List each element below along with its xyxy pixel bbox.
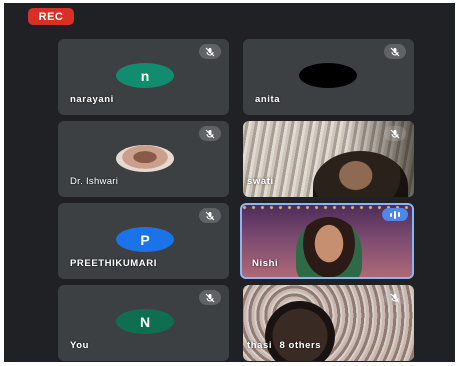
- mic-off-icon: [199, 290, 221, 305]
- others-count: 8 others: [279, 340, 322, 351]
- participant-tile-anita[interactable]: anita: [243, 39, 414, 115]
- participant-name: anita: [255, 94, 281, 105]
- participant-name: swati: [247, 176, 274, 187]
- avatar-photo: [116, 145, 174, 172]
- participant-tile-dr-ishwari[interactable]: Dr. Ishwari: [58, 121, 229, 197]
- avatar: P: [116, 227, 174, 252]
- participant-tile-swati[interactable]: swati: [243, 121, 414, 197]
- participant-tile-others[interactable]: thasi 8 others: [243, 285, 414, 361]
- meeting-screen: REC n narayani anita Dr. Ishwari swati P: [4, 3, 455, 362]
- participant-name-first: thasi: [247, 340, 273, 351]
- participant-tile-preethikumari[interactable]: P PREETHIKUMARI: [58, 203, 229, 279]
- participant-name: Nishi: [252, 258, 279, 269]
- avatar: N: [116, 309, 174, 334]
- participant-name: narayani: [70, 94, 114, 105]
- mic-off-icon: [199, 208, 221, 223]
- mic-off-icon: [199, 126, 221, 141]
- audio-level-icon: [382, 208, 408, 221]
- participant-tile-nishi[interactable]: Nishi: [240, 203, 414, 279]
- mic-off-icon: [384, 126, 406, 141]
- avatar: [299, 63, 357, 88]
- mic-off-icon: [384, 290, 406, 305]
- mic-off-icon: [384, 44, 406, 59]
- participant-tile-you[interactable]: N You: [58, 285, 229, 361]
- mic-off-icon: [199, 44, 221, 59]
- participant-name: You: [70, 340, 90, 351]
- participant-tile-narayani[interactable]: n narayani: [58, 39, 229, 115]
- participant-video-figure: [296, 217, 362, 279]
- avatar: n: [116, 63, 174, 88]
- participant-name: PREETHIKUMARI: [70, 258, 157, 269]
- participant-name: Dr. Ishwari: [70, 176, 119, 187]
- participant-name: thasi 8 others: [247, 340, 321, 351]
- recording-badge: REC: [28, 8, 74, 25]
